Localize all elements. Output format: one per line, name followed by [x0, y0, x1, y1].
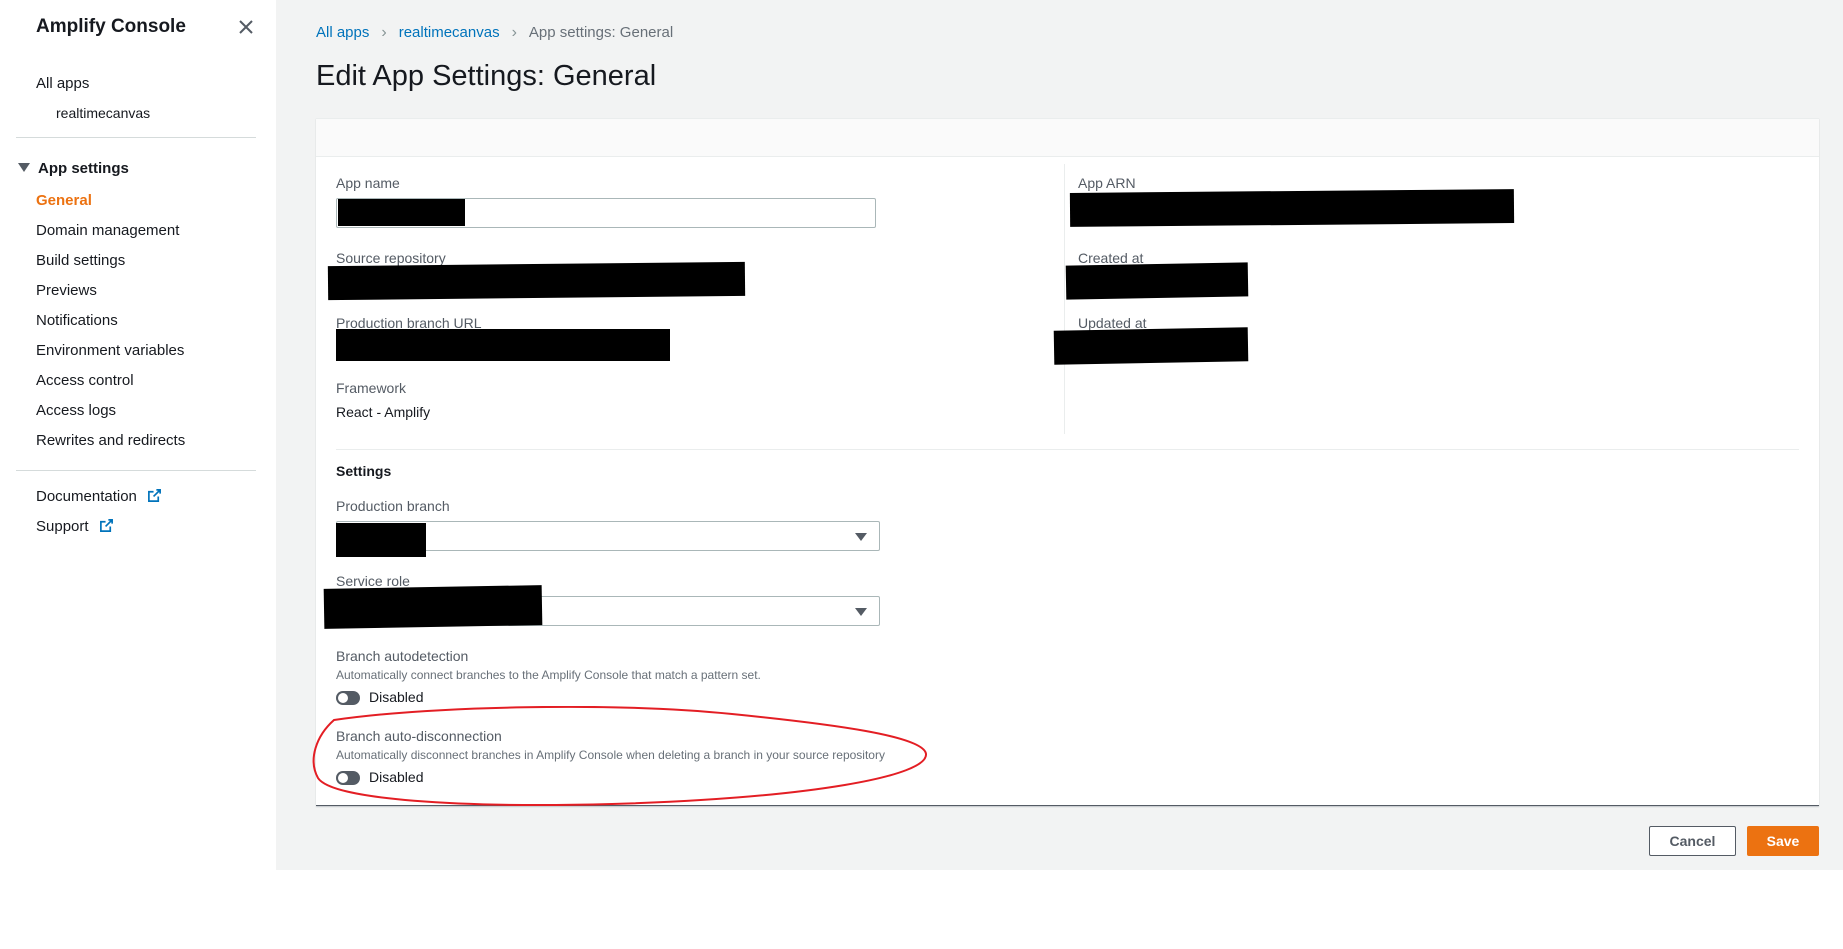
production-branch-label: Production branch [336, 498, 450, 514]
source-repository-label: Source repository [336, 250, 446, 266]
sidebar-section-app-settings[interactable]: App settings [18, 160, 129, 177]
branch-autodetection-description: Automatically connect branches to the Am… [336, 668, 761, 682]
redaction [1065, 262, 1249, 300]
caret-down-icon [855, 608, 867, 616]
close-icon[interactable] [236, 17, 256, 37]
chevron-right-icon: › [381, 24, 387, 41]
main-content: All apps › realtimecanvas › App settings: Ge… [276, 0, 1843, 870]
app-arn-label: App ARN [1078, 175, 1136, 191]
sidebar-item-domain-management[interactable]: Domain management [36, 222, 179, 239]
sidebar-item-all-apps[interactable]: All apps [36, 75, 89, 92]
side-navigation: Amplify Console All apps realtimecanvas … [0, 0, 276, 949]
toggle-knob [338, 773, 348, 783]
sidebar-divider [16, 137, 256, 138]
branch-autodetection-toggle[interactable] [336, 691, 360, 705]
branch-autodetection-label: Branch autodetection [336, 648, 469, 664]
redaction [336, 329, 670, 361]
branch-auto-disconnection-toggle[interactable] [336, 771, 360, 785]
app-name-label: App name [336, 175, 400, 191]
breadcrumb-app[interactable]: realtimecanvas [399, 24, 500, 41]
chevron-right-icon: › [511, 24, 517, 41]
sidebar-title: Amplify Console [36, 16, 186, 37]
breadcrumb: All apps › realtimecanvas › App settings: Ge… [316, 24, 673, 42]
cancel-button[interactable]: Cancel [1649, 826, 1736, 856]
external-link-icon [99, 519, 113, 532]
settings-section-title: Settings [336, 463, 392, 479]
branch-autodetection-state: Disabled [369, 689, 424, 705]
sidebar-item-environment-variables[interactable]: Environment variables [36, 342, 184, 359]
column-divider [1064, 164, 1065, 434]
redaction [327, 261, 746, 301]
sidebar-section-label: App settings [38, 160, 129, 177]
page-title: Edit App Settings: General [316, 60, 657, 92]
support-label: Support [36, 518, 89, 535]
branch-auto-disconnection-label: Branch auto-disconnection [336, 728, 502, 744]
framework-value: React - Amplify [336, 404, 431, 420]
settings-panel: App name Source repository Production br… [316, 118, 1819, 806]
redaction [338, 199, 465, 226]
sidebar-item-app[interactable]: realtimecanvas [56, 105, 150, 121]
panel-header [316, 119, 1819, 157]
external-link-icon [147, 489, 161, 502]
sidebar-item-support[interactable]: Support [36, 518, 114, 535]
sidebar-item-previews[interactable]: Previews [36, 282, 97, 299]
branch-auto-disconnection-description: Automatically disconnect branches in Amp… [336, 748, 885, 762]
sidebar-item-access-logs[interactable]: Access logs [36, 402, 116, 419]
redaction [336, 523, 426, 557]
caret-down-icon [855, 533, 867, 541]
sidebar-item-rewrites-redirects[interactable]: Rewrites and redirects [36, 432, 185, 449]
panel-bottom-border [316, 805, 1819, 806]
sidebar-divider [16, 470, 256, 471]
breadcrumb-current: App settings: General [528, 24, 674, 41]
breadcrumb-all-apps[interactable]: All apps [316, 24, 369, 41]
redaction [1069, 189, 1515, 227]
save-button[interactable]: Save [1747, 826, 1819, 856]
sidebar-item-access-control[interactable]: Access control [36, 372, 134, 389]
branch-auto-disconnection-state: Disabled [369, 769, 424, 785]
caret-down-icon [18, 163, 30, 172]
documentation-label: Documentation [36, 488, 137, 505]
sidebar-item-notifications[interactable]: Notifications [36, 312, 118, 329]
section-divider [336, 449, 1799, 450]
sidebar-item-general[interactable]: General [36, 192, 92, 209]
redaction [323, 585, 543, 629]
framework-label: Framework [336, 380, 407, 396]
sidebar-item-build-settings[interactable]: Build settings [36, 252, 125, 269]
redaction [1053, 327, 1249, 365]
toggle-knob [338, 693, 348, 703]
sidebar-item-documentation[interactable]: Documentation [36, 488, 162, 505]
